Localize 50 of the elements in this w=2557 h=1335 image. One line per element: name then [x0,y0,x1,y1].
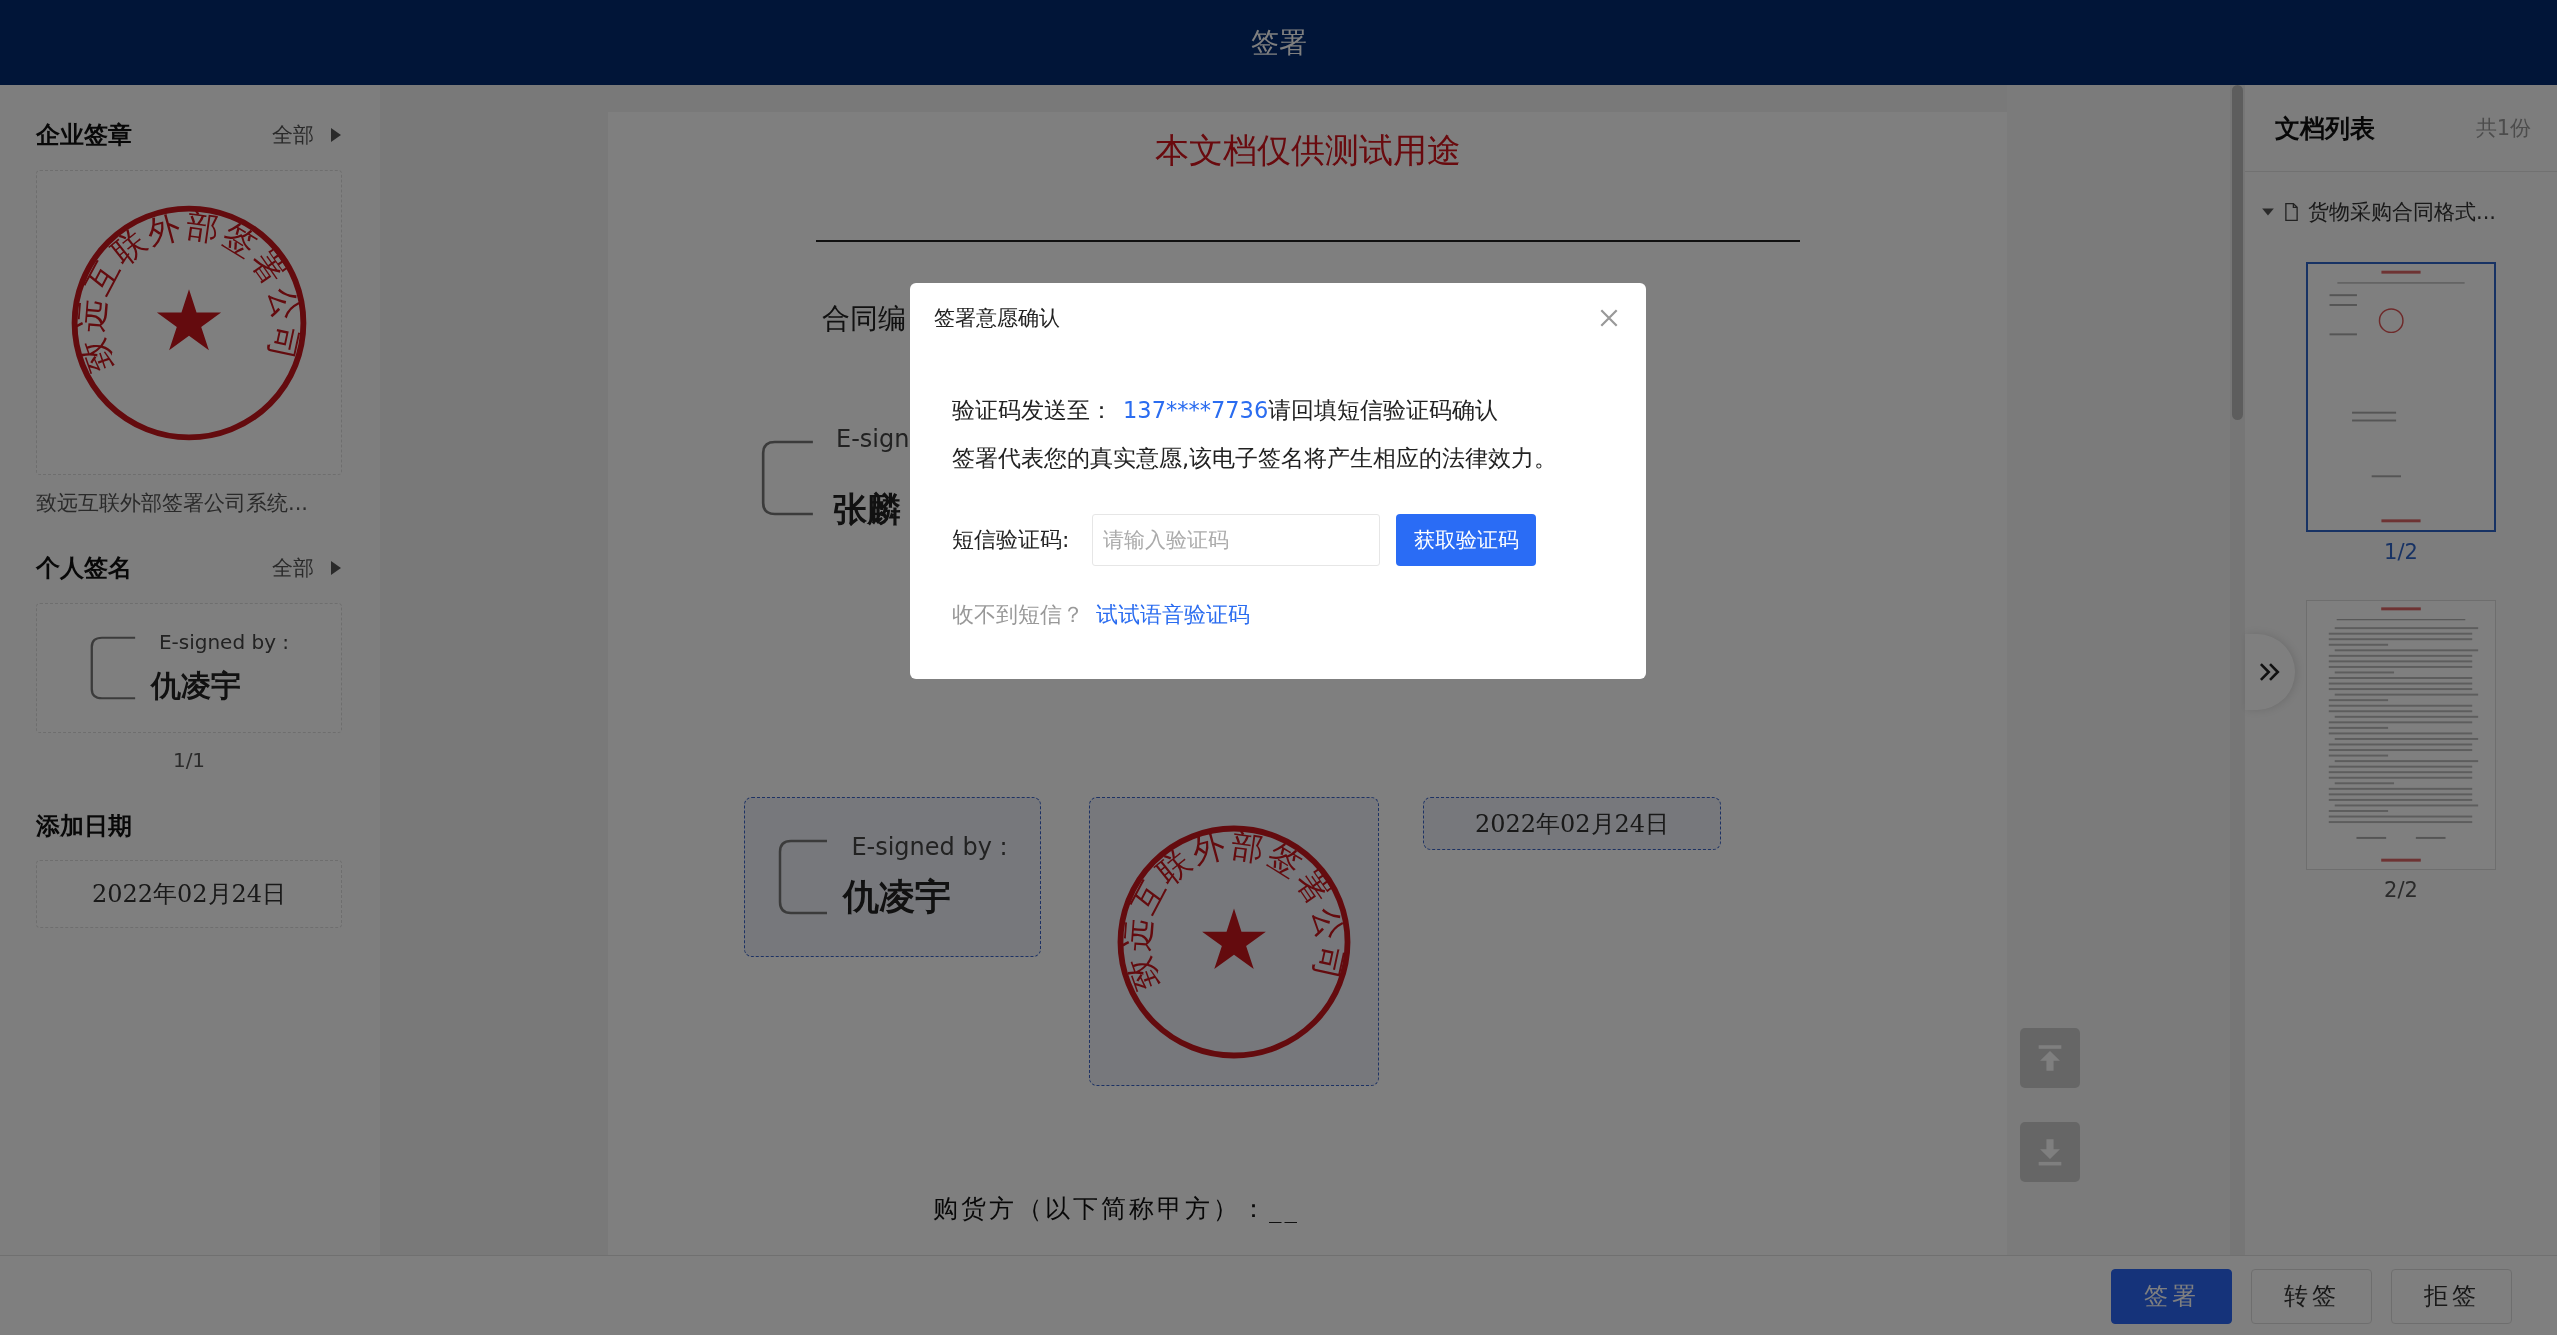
placed-signature[interactable]: E-signed by : 仇凌宇 [744,797,1041,957]
notice-text: 签署代表您的真实意愿,该电子签名将产生相应的法律效力。 [952,444,1559,473]
play-icon [330,127,342,143]
voice-code-link[interactable]: 试试语音验证码 [1096,600,1250,630]
scrollbar-thumb[interactable] [2232,85,2243,420]
play-icon [330,560,342,576]
placed-seal[interactable]: 致远互联外部签署公司 [1089,797,1379,1086]
expand-panel-button[interactable] [2245,634,2295,710]
page-thumbnail[interactable] [2306,262,2496,532]
bracket-icon [760,440,815,516]
code-label: 短信验证码: [952,526,1071,554]
date-card[interactable]: 2022年02月24日 [36,860,342,928]
signer-name: 仇凌宇 [150,666,242,705]
code-input[interactable]: 请输入验证码 [1092,514,1380,566]
document-header-note: 本文档仅供测试用途 [1153,129,1462,172]
scroll-to-bottom-button[interactable] [2020,1122,2080,1182]
action-button[interactable]: 签署 [2111,1268,2232,1324]
page-counter: 1/1 [171,747,207,773]
signed-by-label: E-signed by : [851,832,1008,861]
signature-card[interactable]: E-signed by : 仇凌宇 [36,603,342,733]
scroll-to-top-button[interactable] [2020,1028,2080,1088]
dialog-title: 签署意愿确认 [934,305,1060,332]
contract-number-label: 合同编 [822,301,906,337]
section-title: 添加日期 [36,811,132,842]
page-title: 签署 [1250,24,1307,61]
file-name[interactable]: 货物采购合同格式... [2308,198,2497,226]
bracket-icon [777,839,830,915]
file-icon [2284,202,2299,222]
signer-name: 仇凌宇 [843,874,953,919]
get-code-button[interactable]: 获取验证码 [1396,514,1536,566]
view-all-link[interactable]: 全部 [272,121,314,149]
date-text: 2022年02月24日 [91,879,287,910]
section-title: 企业签章 [36,120,132,151]
close-icon[interactable] [1598,307,1620,329]
action-button[interactable]: 转签 [2251,1268,2372,1324]
panel-title: 文档列表 [2275,112,2375,145]
seal-caption: 致远互联外部签署公司系统... [36,490,310,516]
section-title: 个人签名 [36,553,132,584]
buyer-line: 购货方（以下简称甲方）：__ [933,1193,1300,1225]
action-button[interactable]: 拒签 [2391,1268,2512,1324]
sent-to-text: 验证码发送至： 137****7736请回填短信验证码确认 [952,396,1500,425]
placed-date[interactable]: 2022年02月24日 [1423,797,1721,850]
page-label: 2/2 [2384,878,2418,902]
signer-name: 张麟 [833,488,901,531]
signed-by-label: E-signed by : [158,629,290,654]
view-all-link[interactable]: 全部 [272,554,314,582]
bracket-icon [88,636,137,700]
no-sms-text: 收不到短信？ [952,601,1084,629]
page-label: 1/2 [2384,540,2418,564]
signed-by-label: E-sign [836,425,910,453]
